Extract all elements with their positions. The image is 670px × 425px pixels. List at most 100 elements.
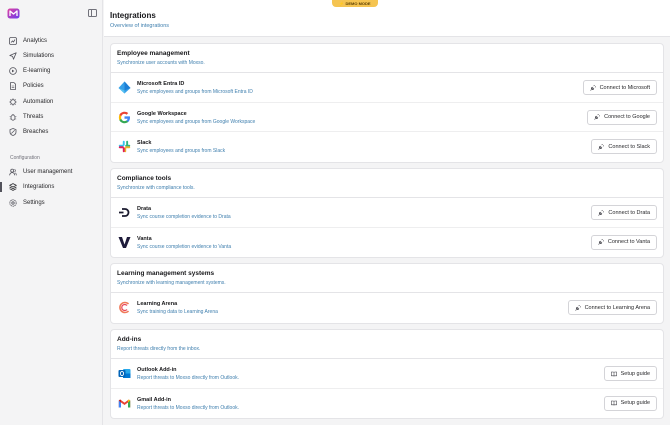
card-title: Add-ins [117,336,142,343]
gmail-setup-guide-button[interactable]: Setup guide [603,395,657,411]
sidebar-item-label: Integrations [23,184,55,190]
button-label: Connect to Learning Arena [584,304,650,311]
integration-row-outlook: Outlook Add-in Report threats to Moxso d… [111,359,663,389]
card-subtitle: Report threats directly from the inbox. [117,346,201,352]
microsoft-entra-logo [118,81,131,94]
card-employee-management: Employee management Synchronize user acc… [110,43,664,163]
integration-row-slack: Slack Sync employees and groups from Sla… [111,132,663,162]
demo-mode-badge: ⚡ DEMO MODE [332,0,378,7]
simulations-icon [9,52,17,60]
card-title: Compliance tools [117,175,172,182]
analytics-icon [9,37,17,45]
page-subtitle: Overview of integrations [110,23,169,29]
integration-description: Sync employees and groups from Microsoft… [137,89,253,95]
integration-name: Gmail Add-in [137,396,172,403]
integration-name: Vanta [137,235,152,242]
button-label: Connect to Microsoft [599,84,650,91]
connect-microsoft-button[interactable]: Connect to Microsoft [582,80,657,95]
card-subtitle: Synchronize with learning management sys… [117,280,226,286]
connect-learning-arena-button[interactable]: Connect to Learning Arena [567,300,657,315]
card-learning-management: Learning management systems Synchronize … [110,263,664,324]
sidebar-item-breaches[interactable]: Breaches [6,125,100,139]
integration-name: Learning Arena [137,301,178,307]
integration-description: Report threats to Moxso directly from Ou… [137,375,239,381]
card-title: Employee management [117,50,190,57]
plug-icon [598,209,605,216]
sidebar-item-label: Policies [23,83,44,89]
sidebar-item-label: Automation [23,99,54,105]
sidebar-item-label: E-learning [23,68,51,74]
sidebar-item-label: Simulations [23,53,55,59]
integration-name: Outlook Add-in [137,367,177,373]
integration-description: Sync employees and groups from Google Wo… [137,118,256,125]
sidebar-item-label: User management [23,169,73,175]
sidebar-item-e-learning[interactable]: E-learning [6,64,100,78]
sidebar-item-simulations[interactable]: Simulations [6,49,100,63]
vanta-logo [118,236,131,249]
google-logo [118,111,131,124]
integration-name: Slack [137,140,152,146]
card-title: Learning management systems [117,270,215,277]
button-label: Setup guide [620,370,650,377]
page-title: Integrations [110,11,156,20]
moxso-logo[interactable] [7,8,20,19]
card-compliance-tools: Compliance tools Synchronize with compli… [110,168,664,258]
button-label: Connect to Drata [608,209,650,216]
sidebar-item-analytics[interactable]: Analytics [6,34,100,48]
settings-icon [9,199,17,207]
book-icon [610,371,617,377]
learning-arena-logo [118,301,131,314]
connect-drata-button[interactable]: Connect to Drata [591,205,657,220]
integration-row-learning-arena: Learning Arena Sync training data to Lea… [111,293,663,323]
integration-row-vanta: Vanta Sync course completion evidence to… [111,228,663,258]
card-subtitle: Synchronize with compliance tools. [117,185,195,191]
integration-description: Report threats to Moxso directly from Ou… [137,404,239,411]
integration-row-gmail: Gmail Add-in Report threats to Moxso dir… [111,389,663,419]
integration-row-google: Google Workspace Sync employees and grou… [111,103,663,132]
gmail-logo [118,397,131,410]
breaches-icon [9,128,17,136]
sidebar-item-threats[interactable]: Threats [6,110,100,124]
sidebar-toggle-icon[interactable] [88,9,97,17]
sidebar-item-integrations[interactable]: Integrations [0,180,100,194]
integration-description: Sync course completion evidence to Drata [137,214,231,220]
sidebar-item-settings[interactable]: Settings [6,196,100,210]
outlook-setup-guide-button[interactable]: Setup guide [603,366,657,381]
plug-icon [574,304,581,311]
connect-slack-button[interactable]: Connect to Slack [591,139,657,154]
integration-description: Sync employees and groups from Slack [137,148,226,154]
card-subtitle: Synchronize user accounts with Moxso. [117,60,205,66]
connect-vanta-button[interactable]: Connect to Vanta [590,234,657,250]
card-add-ins: Add-ins Report threats directly from the… [110,329,664,419]
plug-icon [598,143,605,150]
book-icon [610,400,617,406]
sidebar-item-label: Settings [23,200,45,206]
integrations-icon [9,183,17,191]
sidebar-item-label: Threats [23,114,44,120]
slack-logo [118,140,131,153]
button-label: Connect to Google [604,114,650,120]
policies-icon [9,82,17,90]
outlook-logo [118,367,131,380]
plug-icon [589,84,596,91]
button-label: Connect to Vanta [607,239,650,245]
integration-name: Microsoft Entra ID [137,81,185,87]
page-header: Integrations Overview of integrations ⚡ … [104,0,670,37]
main-content: Integrations Overview of integrations ⚡ … [104,0,670,425]
integration-description: Sync training data to Learning Arena [137,309,218,315]
button-label: Setup guide [620,400,650,406]
sidebar-item-policies[interactable]: Policies [6,79,100,93]
sidebar-section-label: Configuration [10,155,40,161]
integration-row-microsoft: Microsoft Entra ID Sync employees and gr… [111,73,663,103]
sidebar-item-label: Analytics [23,38,48,44]
threats-icon [9,113,17,121]
sidebar-item-automation[interactable]: Automation [6,95,100,109]
plug-icon [594,114,601,120]
automation-icon [9,98,17,106]
users-icon [9,168,17,176]
connect-google-button[interactable]: Connect to Google [587,109,657,125]
e-learning-icon [9,67,17,75]
sidebar-item-user-management[interactable]: User management [6,165,100,179]
button-label: Connect to Slack [608,143,650,150]
integration-description: Sync course completion evidence to Vanta [137,243,232,250]
